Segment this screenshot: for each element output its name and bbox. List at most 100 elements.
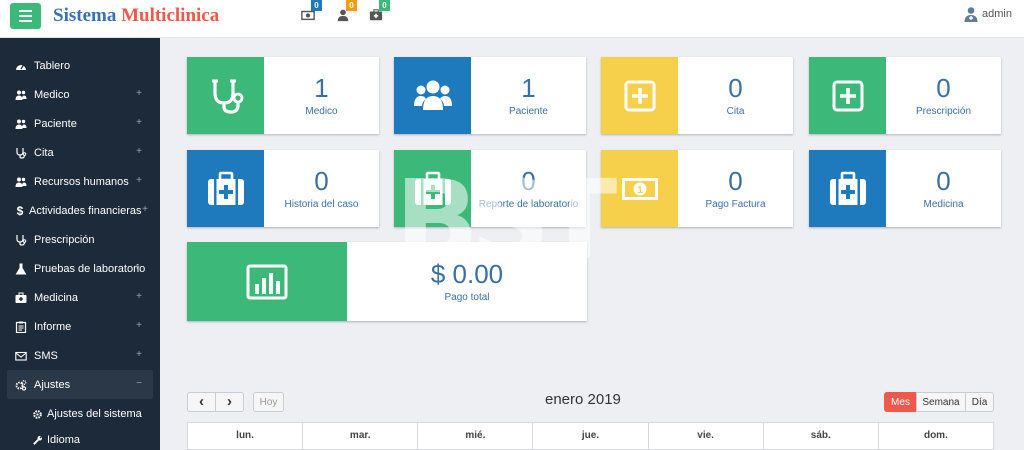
calendar-day-header: jue. — [533, 423, 649, 449]
sidebar-item-label: Paciente — [34, 117, 77, 130]
stat-card-pago-total[interactable]: $ 0.00 Pago total — [187, 242, 587, 321]
svg-text:1: 1 — [637, 185, 643, 196]
notification-badge: 0 — [311, 0, 322, 11]
sidebar-item-actividades-financieras[interactable]: $ Actividades financieras + — [0, 196, 160, 225]
calendar-view-month[interactable]: Mes — [884, 392, 917, 412]
expand-icon: + — [136, 320, 142, 331]
stethoscope-icon — [15, 234, 27, 246]
expand-icon: + — [136, 146, 142, 157]
stat-card-medicina[interactable]: 0 Medicina — [809, 150, 1001, 227]
dollar-icon: $ — [16, 203, 24, 218]
stat-value: 0 — [728, 166, 743, 196]
stat-value: 0 — [314, 166, 329, 196]
top-bar: Sistema Multiclinica 0 0 0 admin — [0, 0, 1024, 38]
medkit-icon — [207, 171, 244, 205]
calendar-next-button[interactable]: › — [215, 392, 244, 412]
users-icon — [15, 176, 27, 188]
sidebar-item-medicina[interactable]: Medicina + — [0, 283, 160, 312]
calendar-prev-button[interactable]: ‹ — [187, 392, 216, 412]
medkit-notification[interactable]: 0 — [369, 0, 390, 22]
sidebar-item-tablero[interactable]: Tablero — [0, 51, 160, 80]
sidebar-item-sms[interactable]: SMS + — [0, 341, 160, 370]
calendar-day-header: mié. — [418, 423, 534, 449]
sidebar-subitem-idioma[interactable]: Idioma — [0, 428, 160, 450]
stat-value: 0 — [936, 73, 951, 103]
stat-value: 0 — [521, 166, 536, 196]
stat-label: Medicina — [923, 199, 964, 210]
sidebar-item-cita[interactable]: Cita + — [0, 138, 160, 167]
stat-value: 0 — [728, 73, 743, 103]
stat-card-historia-del-caso[interactable]: 0 Historia del caso — [187, 150, 379, 227]
user-doctor-icon — [964, 7, 978, 22]
plus-square-icon — [624, 80, 655, 111]
wrench-icon — [32, 434, 44, 446]
user-name: admin — [982, 8, 1012, 20]
money-notification[interactable]: 0 — [301, 0, 322, 22]
calendar-header-row: lun. mar. mié. jue. vie. sáb. dom. — [187, 422, 994, 450]
users-icon — [413, 80, 452, 110]
medkit-icon — [15, 292, 27, 304]
calendar-day-header: vie. — [649, 423, 764, 449]
expand-icon: + — [136, 117, 142, 128]
sidebar-subitem-label: Ajustes del sistema — [47, 408, 142, 420]
users-icon — [15, 118, 27, 130]
stat-card-prescripcion[interactable]: 0 Prescripción — [809, 57, 1001, 134]
sidebar-item-label: SMS — [34, 349, 58, 362]
cogs-icon — [15, 379, 27, 391]
stat-card-pago-factura[interactable]: 1 0 Pago Factura — [601, 150, 793, 227]
stethoscope-icon — [211, 79, 243, 114]
stat-label: Pago total — [444, 292, 490, 303]
calendar-view-week[interactable]: Semana — [916, 392, 966, 412]
calendar-day-header: dom. — [923, 430, 948, 441]
sidebar-item-label: Cita — [34, 146, 54, 159]
stat-label: Pago Factura — [705, 199, 766, 210]
stat-label: Cita — [726, 106, 745, 117]
sidebar-subitem-ajustes-del-sistema[interactable]: Ajustes del sistema — [0, 402, 160, 426]
sidebar-item-label: Medico — [34, 88, 70, 101]
expand-icon: + — [136, 175, 142, 186]
calendar-day-header: mar. — [303, 423, 419, 449]
sidebar-item-label: Actividades financieras — [29, 204, 142, 217]
stat-value: 1 — [314, 73, 329, 103]
sidebar-item-ajustes[interactable]: Ajustes − — [7, 370, 153, 399]
calendar-view-day[interactable]: Día — [965, 392, 994, 412]
sidebar-item-informe[interactable]: Informe + — [0, 312, 160, 341]
stat-card-reporte-de-laboratorio[interactable]: 0 Reporte de laboratorio — [394, 150, 586, 227]
sidebar-item-label: Recursos humanos — [34, 175, 129, 188]
stat-card-paciente[interactable]: 1 Paciente — [394, 57, 586, 134]
notification-badge: 0 — [346, 0, 357, 11]
calendar-day-header: sáb. — [764, 423, 879, 449]
calendar-today-button[interactable]: Hoy — [253, 392, 284, 412]
sidebar-item-label: Tablero — [34, 59, 71, 72]
app-title[interactable]: Sistema Multiclinica — [53, 5, 219, 27]
money-icon: 1 — [621, 177, 658, 200]
stethoscope-icon — [15, 147, 27, 159]
stat-value: 0 — [936, 166, 951, 196]
user-notification[interactable]: 0 — [336, 0, 357, 22]
sidebar-item-paciente[interactable]: Paciente + — [0, 109, 160, 138]
medkit-icon — [414, 171, 451, 205]
menu-toggle-button[interactable] — [10, 3, 41, 29]
plus-square-icon — [832, 80, 863, 111]
sidebar-item-label: Ajustes — [34, 378, 71, 391]
users-icon — [15, 89, 27, 101]
calendar-title: enero 2019 — [545, 391, 621, 408]
stat-value: $ 0.00 — [430, 259, 504, 289]
user-menu[interactable]: admin — [964, 6, 1012, 22]
stat-card-cita[interactable]: 0 Cita — [601, 57, 793, 134]
expand-icon: + — [134, 262, 140, 273]
stat-label: Paciente — [509, 106, 548, 117]
sidebar-item-pruebas-de-laboratorio[interactable]: Pruebas de laboratorio + — [0, 254, 160, 283]
sidebar-item-medico[interactable]: Medico + — [0, 80, 160, 109]
stat-label: Medico — [305, 106, 338, 117]
sidebar: Tablero Medico + Paciente + Cita + Recur… — [0, 38, 160, 450]
sidebar-item-label: Medicina — [34, 291, 79, 304]
stat-label: Historia del caso — [284, 199, 359, 210]
hamburger-icon — [19, 10, 32, 12]
sidebar-item-recursos-humanos[interactable]: Recursos humanos + — [0, 167, 160, 196]
bar-chart-icon — [246, 264, 288, 299]
expand-icon: + — [136, 291, 142, 302]
stat-card-medico[interactable]: 1 Medico — [187, 57, 379, 134]
sidebar-item-prescripcion[interactable]: Prescripción — [0, 225, 160, 254]
expand-icon: + — [136, 349, 142, 360]
